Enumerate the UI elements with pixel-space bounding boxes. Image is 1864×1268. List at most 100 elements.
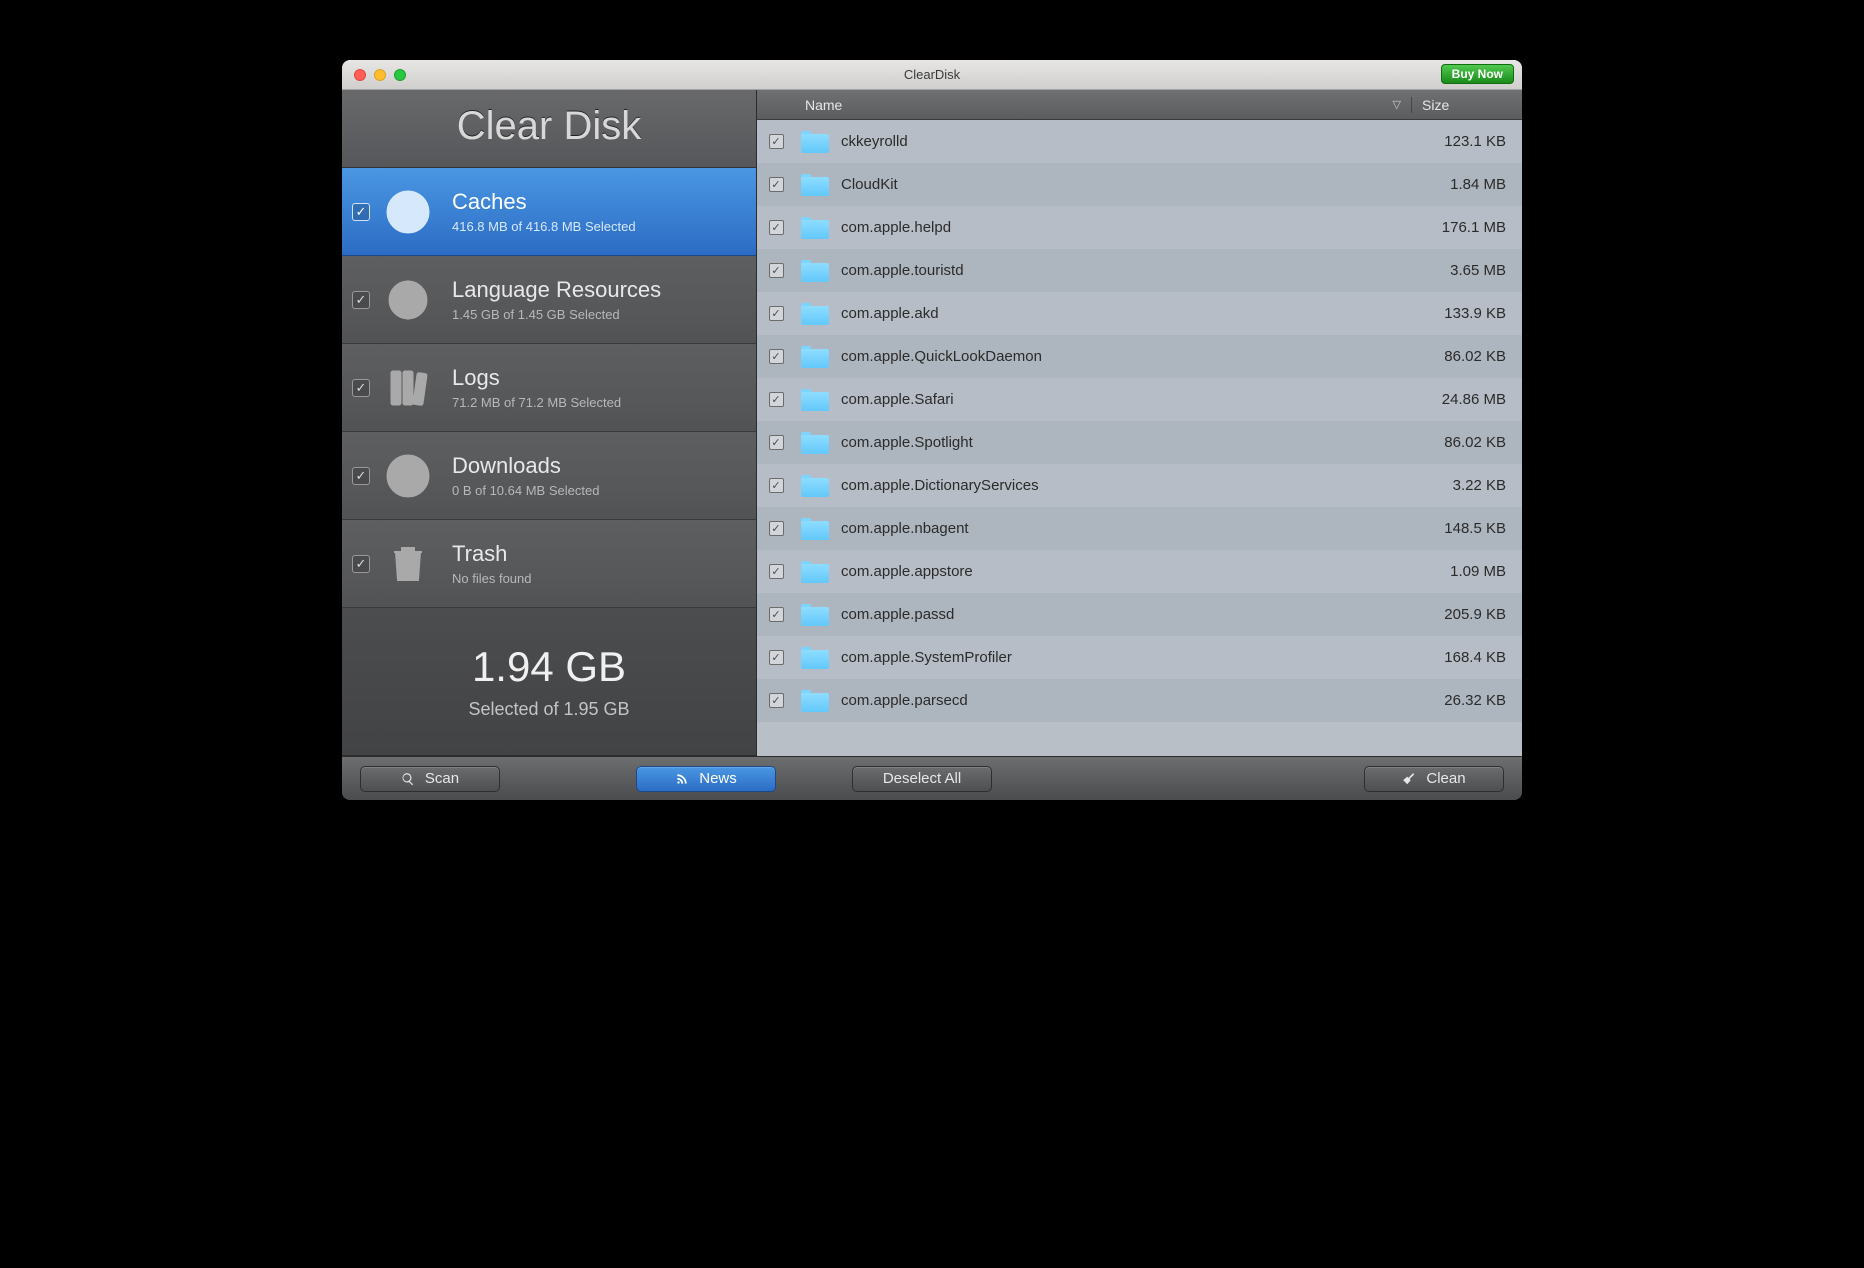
row-checkbox-cell: ✓	[757, 177, 795, 192]
row-size: 168.4 KB	[1412, 649, 1522, 666]
sidebar-item-caches[interactable]: ✓ Caches416.8 MB of 416.8 MB Selected	[342, 168, 756, 256]
table-row[interactable]: ✓com.apple.Safari24.86 MB	[757, 378, 1522, 421]
row-name: CloudKit	[841, 176, 898, 193]
sidebar-item-trash[interactable]: ✓TrashNo files found	[342, 520, 756, 608]
row-name-cell: CloudKit	[795, 174, 1412, 196]
row-checkbox[interactable]: ✓	[769, 607, 784, 622]
row-checkbox[interactable]: ✓	[769, 564, 784, 579]
row-size: 1.84 MB	[1412, 176, 1522, 193]
sidebar-item-language-resources[interactable]: ✓ Language Resources 1.45 GB of 1.45 GB Se…	[342, 256, 756, 344]
row-checkbox[interactable]: ✓	[769, 435, 784, 450]
row-name: com.apple.akd	[841, 305, 939, 322]
column-header-size[interactable]: Size	[1412, 97, 1522, 113]
row-name-cell: com.apple.akd	[795, 303, 1412, 325]
category-title: Logs	[452, 365, 621, 391]
row-size: 3.22 KB	[1412, 477, 1522, 494]
table-row[interactable]: ✓com.apple.helpd176.1 MB	[757, 206, 1522, 249]
table-row[interactable]: ✓com.apple.nbagent148.5 KB	[757, 507, 1522, 550]
window-title: ClearDisk	[342, 67, 1522, 82]
search-icon	[401, 772, 415, 786]
row-checkbox-cell: ✓	[757, 306, 795, 321]
table-body[interactable]: ✓ckkeyrolld123.1 KB✓CloudKit1.84 MB✓com.…	[757, 120, 1522, 756]
buy-now-button[interactable]: Buy Now	[1441, 64, 1514, 84]
folder-icon	[801, 217, 829, 239]
category-text: Caches416.8 MB of 416.8 MB Selected	[452, 189, 636, 234]
row-name-cell: com.apple.appstore	[795, 561, 1412, 583]
row-checkbox[interactable]: ✓	[769, 134, 784, 149]
row-name: com.apple.parsecd	[841, 692, 968, 709]
column-header-name[interactable]: Name ▽	[795, 97, 1412, 113]
table-row[interactable]: ✓ckkeyrolld123.1 KB	[757, 120, 1522, 163]
category-checkbox[interactable]: ✓	[352, 555, 370, 573]
row-checkbox[interactable]: ✓	[769, 306, 784, 321]
category-checkbox[interactable]: ✓	[352, 379, 370, 397]
row-size: 133.9 KB	[1412, 305, 1522, 322]
table-row[interactable]: ✓com.apple.passd205.9 KB	[757, 593, 1522, 636]
row-checkbox[interactable]: ✓	[769, 349, 784, 364]
folder-icon	[801, 303, 829, 325]
table-row[interactable]: ✓ com.apple.akd 133.9 KB	[757, 292, 1522, 335]
column-header-name-label: Name	[805, 97, 842, 113]
folder-icon	[801, 518, 829, 540]
row-checkbox[interactable]: ✓	[769, 650, 784, 665]
row-checkbox[interactable]: ✓	[769, 392, 784, 407]
news-button-label: News	[699, 770, 737, 787]
table-row[interactable]: ✓ CloudKit 1.84 MB	[757, 163, 1522, 206]
bottom-toolbar: Scan News Deselect All Clean	[342, 756, 1522, 800]
sidebar-item-downloads[interactable]: ✓ Downloads 0 B of 10.64 MB Selected	[342, 432, 756, 520]
table-row[interactable]: ✓ com.apple.QuickLookDaemon 86.02 KB	[757, 335, 1522, 378]
table-header: Name ▽ Size	[757, 90, 1522, 120]
table-row[interactable]: ✓com.apple.parsecd26.32 KB	[757, 679, 1522, 722]
row-checkbox-cell: ✓	[757, 693, 795, 708]
row-name: com.apple.QuickLookDaemon	[841, 348, 1042, 365]
table-row[interactable]: ✓com.apple.appstore1.09 MB	[757, 550, 1522, 593]
row-checkbox[interactable]: ✓	[769, 693, 784, 708]
row-checkbox[interactable]: ✓	[769, 177, 784, 192]
scan-button-label: Scan	[425, 770, 459, 787]
category-title: Language Resources	[452, 277, 661, 303]
folder-icon	[801, 604, 829, 626]
folder-icon	[801, 131, 829, 153]
category-subtitle: 1.45 GB of 1.45 GB Selected	[452, 307, 661, 322]
row-name-cell: com.apple.touristd	[795, 260, 1412, 282]
scan-button[interactable]: Scan	[360, 766, 500, 792]
row-size: 148.5 KB	[1412, 520, 1522, 537]
sort-descending-icon: ▽	[1393, 98, 1401, 111]
category-title: Downloads	[452, 453, 599, 479]
row-size: 86.02 KB	[1412, 434, 1522, 451]
row-name: com.apple.SystemProfiler	[841, 649, 1012, 666]
row-checkbox[interactable]: ✓	[769, 220, 784, 235]
row-name-cell: com.apple.SystemProfiler	[795, 647, 1412, 669]
column-header-size-label: Size	[1422, 97, 1449, 113]
row-checkbox[interactable]: ✓	[769, 521, 784, 536]
category-text: Language Resources 1.45 GB of 1.45 GB Sel…	[452, 277, 661, 322]
table-row[interactable]: ✓com.apple.touristd3.65 MB	[757, 249, 1522, 292]
row-name: com.apple.Safari	[841, 391, 954, 408]
category-title: Trash	[452, 541, 532, 567]
category-checkbox[interactable]: ✓	[352, 291, 370, 309]
row-checkbox[interactable]: ✓	[769, 263, 784, 278]
clean-button[interactable]: Clean	[1364, 766, 1504, 792]
table-row[interactable]: ✓ com.apple.SystemProfiler 168.4 KB	[757, 636, 1522, 679]
category-checkbox[interactable]: ✓	[352, 467, 370, 485]
news-button[interactable]: News	[636, 766, 776, 792]
row-checkbox-cell: ✓	[757, 392, 795, 407]
category-subtitle: 0 B of 10.64 MB Selected	[452, 483, 599, 498]
row-checkbox[interactable]: ✓	[769, 478, 784, 493]
row-checkbox-cell: ✓	[757, 263, 795, 278]
category-checkbox[interactable]: ✓	[352, 203, 370, 221]
trash-icon	[380, 536, 436, 592]
sidebar-item-logs[interactable]: ✓Logs71.2 MB of 71.2 MB Selected	[342, 344, 756, 432]
summary-total-size: Selected of 1.95 GB	[468, 699, 629, 720]
row-size: 86.02 KB	[1412, 348, 1522, 365]
deselect-all-button-label: Deselect All	[883, 770, 961, 787]
table-row[interactable]: ✓ com.apple.DictionaryServices 3.22 KB	[757, 464, 1522, 507]
row-size: 205.9 KB	[1412, 606, 1522, 623]
row-name: com.apple.touristd	[841, 262, 964, 279]
deselect-all-button[interactable]: Deselect All	[852, 766, 992, 792]
row-checkbox-cell: ✓	[757, 564, 795, 579]
clean-button-label: Clean	[1426, 770, 1465, 787]
rss-icon	[675, 772, 689, 786]
row-name: com.apple.DictionaryServices	[841, 477, 1039, 494]
table-row[interactable]: ✓com.apple.Spotlight86.02 KB	[757, 421, 1522, 464]
